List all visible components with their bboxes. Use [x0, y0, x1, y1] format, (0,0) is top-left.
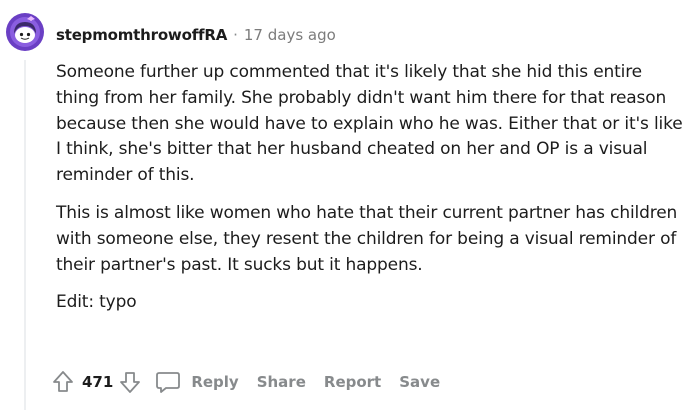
save-button[interactable]: Save: [399, 373, 440, 391]
comment-paragraph: This is almost like women who hate that …: [56, 202, 678, 275]
thread-line[interactable]: [24, 60, 26, 410]
comment: stepmomthrowoffRA · 17 days ago Someone …: [0, 0, 700, 412]
reply-button[interactable]: Reply: [155, 370, 239, 394]
comment-body: Someone further up commented that it's l…: [56, 60, 686, 328]
comment-actions: 471 Reply Share Report Save: [52, 370, 440, 394]
share-button[interactable]: Share: [257, 373, 306, 391]
report-button[interactable]: Report: [324, 373, 381, 391]
upvote-icon[interactable]: [52, 370, 74, 394]
downvote-icon[interactable]: [119, 370, 141, 394]
reply-icon: [156, 372, 181, 393]
meta-separator: ·: [233, 26, 238, 44]
vote-score: 471: [82, 373, 114, 391]
reply-label: Reply: [191, 373, 239, 391]
comment-header: stepmomthrowoffRA · 17 days ago: [56, 26, 336, 44]
comment-paragraph: Someone further up commented that it's l…: [56, 62, 683, 186]
comment-timestamp[interactable]: 17 days ago: [244, 26, 336, 44]
avatar[interactable]: [5, 12, 45, 52]
comment-paragraph: Edit: typo: [56, 292, 137, 313]
author-username[interactable]: stepmomthrowoffRA: [56, 26, 227, 44]
